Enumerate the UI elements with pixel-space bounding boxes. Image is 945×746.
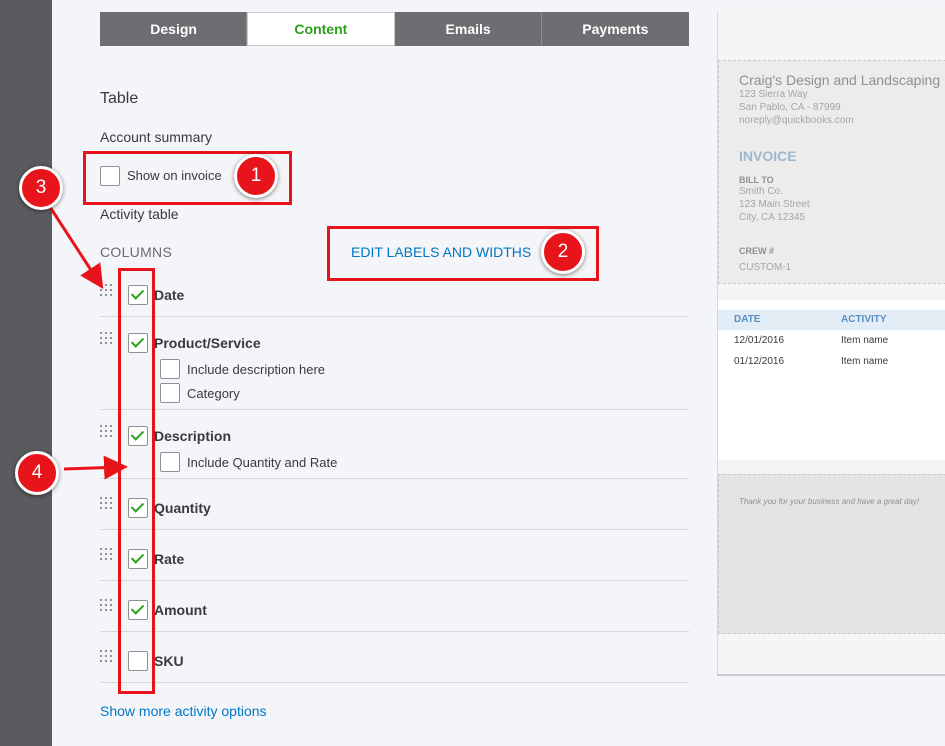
account-summary-label: Account summary — [100, 129, 213, 145]
drag-handle-icon[interactable] — [100, 284, 114, 298]
include-description-label: Include description here — [187, 362, 326, 377]
annotation-badge-4: 4 — [15, 451, 59, 495]
include-quantity-rate-label: Include Quantity and Rate — [187, 455, 338, 470]
divider — [100, 529, 689, 530]
preview-header-activity: ACTIVITY — [841, 314, 887, 325]
preview-address-line2: San Pablo, CA - 87999 — [739, 102, 841, 113]
preview-bill-to-label: BILL TO — [739, 175, 774, 185]
column-amount-label: Amount — [154, 602, 207, 618]
annotation-arrow-4 — [63, 455, 128, 480]
invoice-preview: Craig's Design and Landscaping 123 Sierr… — [717, 12, 945, 676]
preview-thanks-message: Thank you for your business and have a g… — [739, 497, 920, 506]
tab-design[interactable]: Design — [100, 12, 248, 46]
settings-tabs: Design Content Emails Payments — [100, 12, 689, 46]
annotation-badge-2: 2 — [541, 230, 585, 274]
column-rate-label: Rate — [154, 551, 185, 567]
column-quantity-label: Quantity — [154, 500, 211, 516]
annotation-box-column-checkboxes — [118, 268, 155, 694]
divider — [100, 316, 689, 317]
annotation-arrow-3 — [48, 206, 104, 290]
show-more-options-link[interactable]: Show more activity options — [100, 703, 267, 719]
column-sku-label: SKU — [154, 653, 184, 669]
divider — [100, 478, 689, 479]
preview-email: noreply@quickbooks.com — [739, 115, 854, 126]
preview-row-activity: Item name — [841, 356, 889, 367]
preview-crew-label: CREW # — [739, 246, 775, 256]
left-rail — [0, 0, 52, 746]
divider — [100, 580, 689, 581]
drag-handle-icon[interactable] — [100, 599, 114, 613]
tab-content[interactable]: Content — [247, 12, 395, 46]
drag-handle-icon[interactable] — [100, 650, 114, 664]
preview-invoice-title: INVOICE — [739, 148, 797, 164]
category-checkbox[interactable] — [160, 383, 180, 403]
annotation-badge-1: 1 — [234, 154, 278, 198]
column-product-service-label: Product/Service — [154, 335, 261, 351]
drag-handle-icon[interactable] — [100, 425, 114, 439]
divider — [100, 682, 689, 683]
preview-company-name: Craig's Design and Landscaping — [739, 72, 941, 88]
drag-handle-icon[interactable] — [100, 548, 114, 562]
preview-row-date: 01/12/2016 — [734, 356, 785, 367]
preview-row-date: 12/01/2016 — [734, 335, 785, 346]
tab-payments[interactable]: Payments — [541, 12, 689, 46]
category-label: Category — [187, 386, 240, 401]
drag-handle-icon[interactable] — [100, 497, 114, 511]
annotation-badge-3: 3 — [19, 166, 63, 210]
include-description-checkbox[interactable] — [160, 359, 180, 379]
preview-bill-to-street: 123 Main Street — [739, 199, 810, 210]
drag-handle-icon[interactable] — [100, 332, 114, 346]
preview-activity-table: DATE ACTIVITY 12/01/2016 Item name 01/12… — [718, 300, 945, 460]
preview-bill-to-name: Smith Co. — [739, 186, 783, 197]
include-quantity-rate-checkbox[interactable] — [160, 452, 180, 472]
preview-bill-to-city: City, CA 12345 — [739, 212, 805, 223]
section-title: Table — [100, 90, 139, 107]
column-description-label: Description — [154, 428, 232, 444]
preview-address-line1: 123 Sierra Way — [739, 89, 808, 100]
preview-row-activity: Item name — [841, 335, 889, 346]
divider — [100, 631, 689, 632]
column-date-label: Date — [154, 287, 185, 303]
preview-custom-field: CUSTOM-1 — [739, 262, 792, 273]
divider — [100, 409, 689, 410]
tab-emails[interactable]: Emails — [394, 12, 542, 46]
activity-table-label: Activity table — [100, 206, 179, 222]
preview-header-date: DATE — [734, 314, 761, 325]
columns-label: COLUMNS — [100, 244, 173, 260]
